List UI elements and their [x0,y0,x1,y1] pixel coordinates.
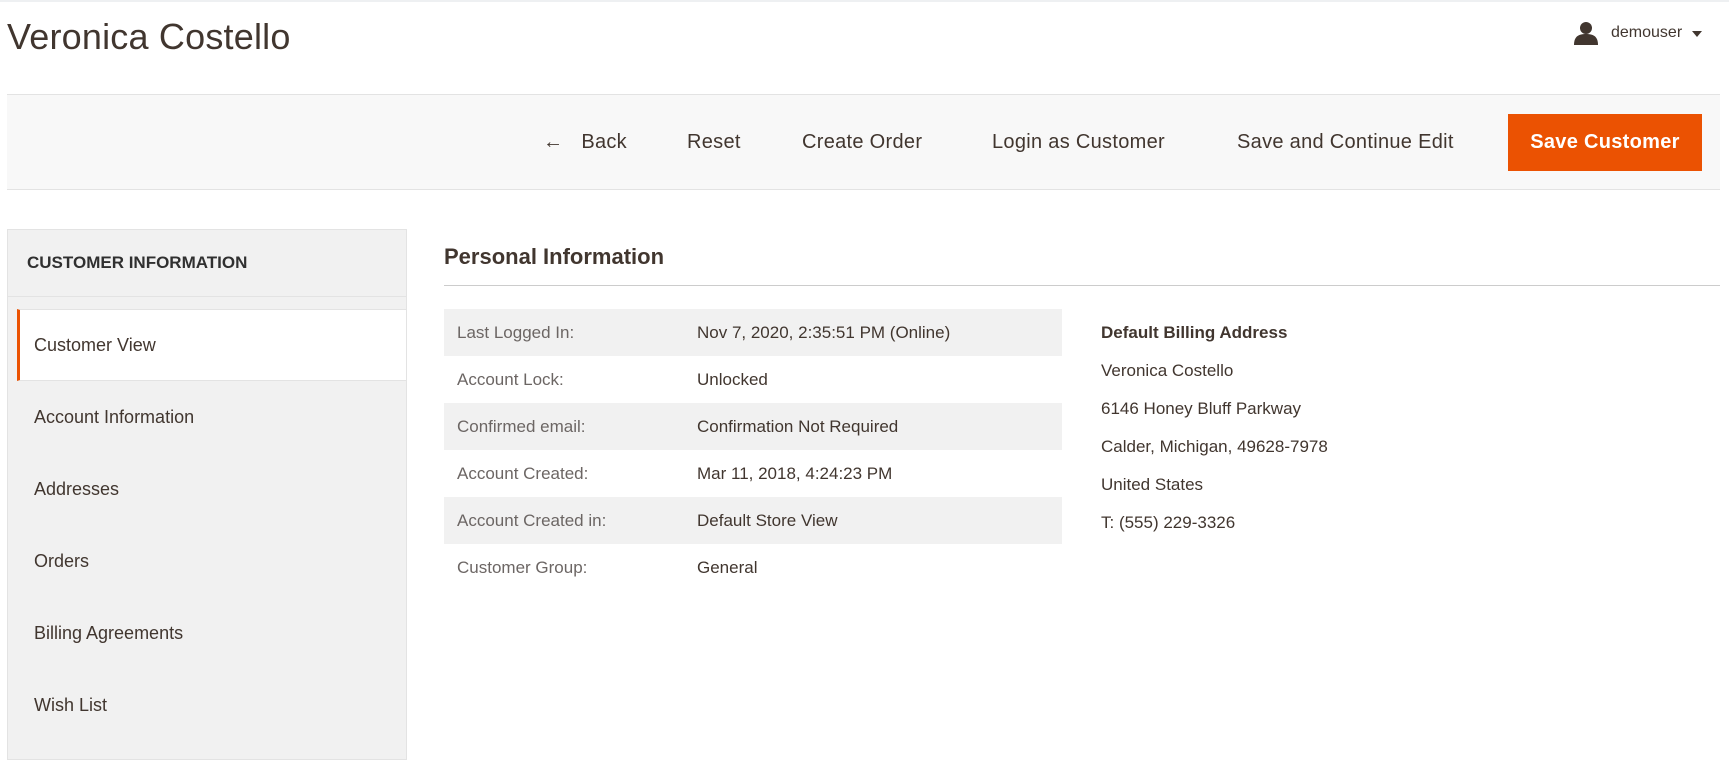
row-value: Nov 7, 2020, 2:35:51 PM (Online) [697,322,951,342]
row-value: Unlocked [697,369,768,389]
sidebar-item-billing-agreements[interactable]: Billing Agreements [8,597,406,669]
table-row: Customer Group: General [444,544,1062,591]
create-order-button[interactable]: Create Order [802,95,922,189]
reset-button[interactable]: Reset [687,95,741,189]
page-actions-toolbar: ← Back Reset Create Order Login as Custo… [7,94,1720,190]
sidebar-item-wish-list[interactable]: Wish List [8,669,406,741]
username: demouser [1611,24,1683,41]
personal-info-table: Last Logged In: Nov 7, 2020, 2:35:51 PM … [444,309,1062,591]
login-as-customer-button[interactable]: Login as Customer [992,95,1165,189]
row-value: Confirmation Not Required [697,416,899,436]
page-title: Veronica Costello [7,16,291,57]
arrow-left-icon: ← [543,130,564,153]
table-row: Account Created in: Default Store View [444,497,1062,544]
row-label: Customer Group: [457,557,588,577]
sidebar-item-customer-view[interactable]: Customer View [17,309,406,381]
sidebar-title: CUSTOMER INFORMATION [8,230,406,297]
address-street: 6146 Honey Bluff Parkway [1101,399,1302,418]
address-telephone: T: (555) 229-3326 [1101,513,1236,532]
back-button[interactable]: ← Back [543,95,627,189]
address-city-region-zip: Calder, Michigan, 49628-7978 [1101,437,1328,456]
address-name: Veronica Costello [1101,361,1234,380]
row-value: General [697,557,758,577]
row-label: Confirmed email: [457,416,586,436]
sidebar-item-addresses[interactable]: Addresses [8,453,406,525]
user-icon [1574,22,1598,45]
address-country: United States [1101,475,1204,494]
table-row: Confirmed email: Confirmation Not Requir… [444,403,1062,450]
user-menu[interactable]: demouser [1573,20,1703,46]
save-customer-button[interactable]: Save Customer [1508,114,1702,171]
row-label: Account Lock: [457,369,564,389]
default-billing-address: Default Billing Address Veronica Costell… [1101,320,1328,548]
sidebar-item-orders[interactable]: Orders [8,525,406,597]
row-label: Account Created in: [457,510,607,530]
section-divider [444,285,1720,286]
sidebar: CUSTOMER INFORMATION Customer View Accou… [7,229,407,760]
row-value: Mar 11, 2018, 4:24:23 PM [697,463,893,483]
sidebar-item-account-information[interactable]: Account Information [8,381,406,453]
table-row: Account Lock: Unlocked [444,356,1062,403]
top-border [0,0,1729,2]
back-button-label: Back [581,130,627,153]
row-label: Last Logged In: [457,322,575,342]
sidebar-nav: Customer View Account Information Addres… [8,309,406,741]
row-label: Account Created: [457,463,589,483]
row-value: Default Store View [697,510,838,530]
table-row: Account Created: Mar 11, 2018, 4:24:23 P… [444,450,1062,497]
caret-down-icon [1692,31,1703,37]
address-title: Default Billing Address [1101,323,1288,342]
save-and-continue-button[interactable]: Save and Continue Edit [1237,95,1454,189]
section-title: Personal Information [444,244,665,269]
table-row: Last Logged In: Nov 7, 2020, 2:35:51 PM … [444,309,1062,356]
